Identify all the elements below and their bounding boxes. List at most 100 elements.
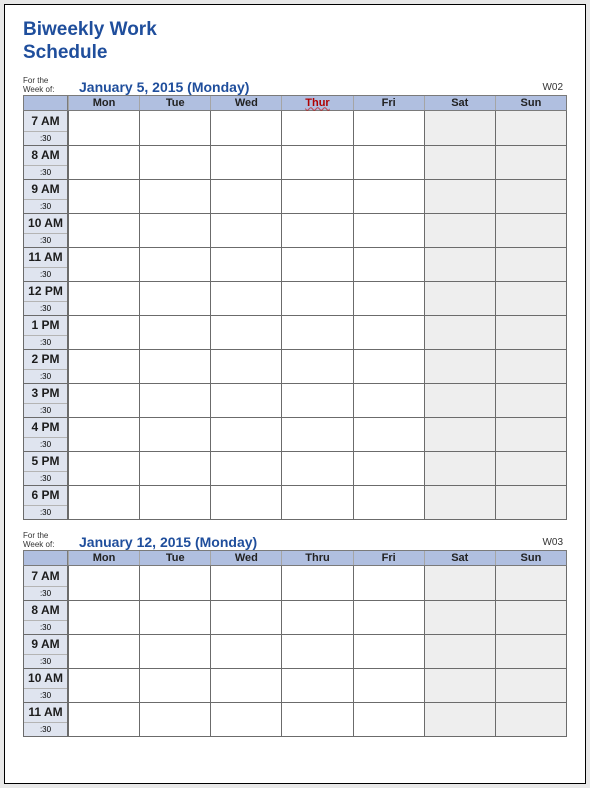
schedule-cell[interactable] [68, 417, 139, 451]
schedule-cell[interactable] [281, 383, 352, 417]
schedule-cell[interactable] [139, 600, 210, 634]
schedule-cell[interactable] [495, 485, 566, 519]
schedule-cell[interactable] [68, 451, 139, 485]
schedule-cell[interactable] [353, 315, 424, 349]
schedule-cell[interactable] [353, 417, 424, 451]
schedule-cell[interactable] [495, 417, 566, 451]
schedule-cell[interactable] [68, 179, 139, 213]
schedule-cell[interactable] [424, 702, 495, 736]
schedule-cell[interactable] [495, 247, 566, 281]
schedule-cell[interactable] [424, 111, 495, 145]
schedule-cell[interactable] [281, 634, 352, 668]
schedule-cell[interactable] [281, 451, 352, 485]
schedule-cell[interactable] [210, 634, 281, 668]
schedule-cell[interactable] [353, 566, 424, 600]
schedule-cell[interactable] [495, 315, 566, 349]
schedule-cell[interactable] [353, 485, 424, 519]
schedule-cell[interactable] [424, 213, 495, 247]
schedule-cell[interactable] [139, 179, 210, 213]
schedule-cell[interactable] [353, 111, 424, 145]
schedule-cell[interactable] [495, 600, 566, 634]
schedule-cell[interactable] [139, 702, 210, 736]
schedule-cell[interactable] [139, 417, 210, 451]
schedule-cell[interactable] [424, 145, 495, 179]
schedule-cell[interactable] [353, 634, 424, 668]
schedule-cell[interactable] [424, 349, 495, 383]
schedule-cell[interactable] [139, 281, 210, 315]
schedule-cell[interactable] [139, 315, 210, 349]
schedule-cell[interactable] [495, 566, 566, 600]
schedule-cell[interactable] [281, 600, 352, 634]
schedule-cell[interactable] [424, 451, 495, 485]
schedule-cell[interactable] [210, 383, 281, 417]
schedule-cell[interactable] [424, 179, 495, 213]
schedule-cell[interactable] [495, 111, 566, 145]
schedule-cell[interactable] [281, 702, 352, 736]
schedule-cell[interactable] [495, 668, 566, 702]
schedule-cell[interactable] [210, 315, 281, 349]
schedule-cell[interactable] [139, 668, 210, 702]
schedule-cell[interactable] [68, 145, 139, 179]
schedule-cell[interactable] [281, 668, 352, 702]
schedule-cell[interactable] [353, 281, 424, 315]
schedule-cell[interactable] [353, 668, 424, 702]
schedule-cell[interactable] [210, 417, 281, 451]
schedule-cell[interactable] [68, 315, 139, 349]
schedule-cell[interactable] [210, 702, 281, 736]
schedule-cell[interactable] [495, 634, 566, 668]
schedule-cell[interactable] [424, 634, 495, 668]
schedule-cell[interactable] [495, 179, 566, 213]
schedule-cell[interactable] [68, 702, 139, 736]
schedule-cell[interactable] [139, 383, 210, 417]
schedule-cell[interactable] [424, 668, 495, 702]
schedule-cell[interactable] [210, 145, 281, 179]
schedule-cell[interactable] [281, 315, 352, 349]
schedule-cell[interactable] [139, 634, 210, 668]
schedule-cell[interactable] [281, 349, 352, 383]
schedule-cell[interactable] [495, 281, 566, 315]
schedule-cell[interactable] [139, 349, 210, 383]
schedule-cell[interactable] [68, 668, 139, 702]
schedule-cell[interactable] [139, 566, 210, 600]
schedule-cell[interactable] [68, 566, 139, 600]
schedule-cell[interactable] [68, 349, 139, 383]
schedule-cell[interactable] [495, 383, 566, 417]
schedule-cell[interactable] [210, 485, 281, 519]
schedule-cell[interactable] [210, 247, 281, 281]
schedule-cell[interactable] [424, 315, 495, 349]
schedule-cell[interactable] [281, 179, 352, 213]
schedule-cell[interactable] [424, 485, 495, 519]
schedule-cell[interactable] [424, 383, 495, 417]
schedule-cell[interactable] [139, 145, 210, 179]
schedule-cell[interactable] [68, 213, 139, 247]
schedule-cell[interactable] [210, 600, 281, 634]
schedule-cell[interactable] [68, 634, 139, 668]
schedule-cell[interactable] [353, 451, 424, 485]
schedule-cell[interactable] [495, 145, 566, 179]
schedule-cell[interactable] [210, 668, 281, 702]
schedule-cell[interactable] [495, 213, 566, 247]
schedule-cell[interactable] [68, 111, 139, 145]
schedule-cell[interactable] [353, 179, 424, 213]
schedule-cell[interactable] [424, 281, 495, 315]
schedule-cell[interactable] [68, 247, 139, 281]
schedule-cell[interactable] [353, 600, 424, 634]
schedule-cell[interactable] [281, 247, 352, 281]
schedule-cell[interactable] [281, 485, 352, 519]
schedule-cell[interactable] [210, 179, 281, 213]
schedule-cell[interactable] [210, 451, 281, 485]
schedule-cell[interactable] [353, 702, 424, 736]
schedule-cell[interactable] [281, 111, 352, 145]
schedule-cell[interactable] [210, 566, 281, 600]
schedule-cell[interactable] [424, 247, 495, 281]
schedule-cell[interactable] [353, 247, 424, 281]
schedule-cell[interactable] [139, 213, 210, 247]
schedule-cell[interactable] [210, 349, 281, 383]
schedule-cell[interactable] [495, 349, 566, 383]
schedule-cell[interactable] [139, 485, 210, 519]
schedule-cell[interactable] [353, 349, 424, 383]
schedule-cell[interactable] [424, 600, 495, 634]
schedule-cell[interactable] [353, 213, 424, 247]
schedule-cell[interactable] [210, 281, 281, 315]
schedule-cell[interactable] [281, 566, 352, 600]
